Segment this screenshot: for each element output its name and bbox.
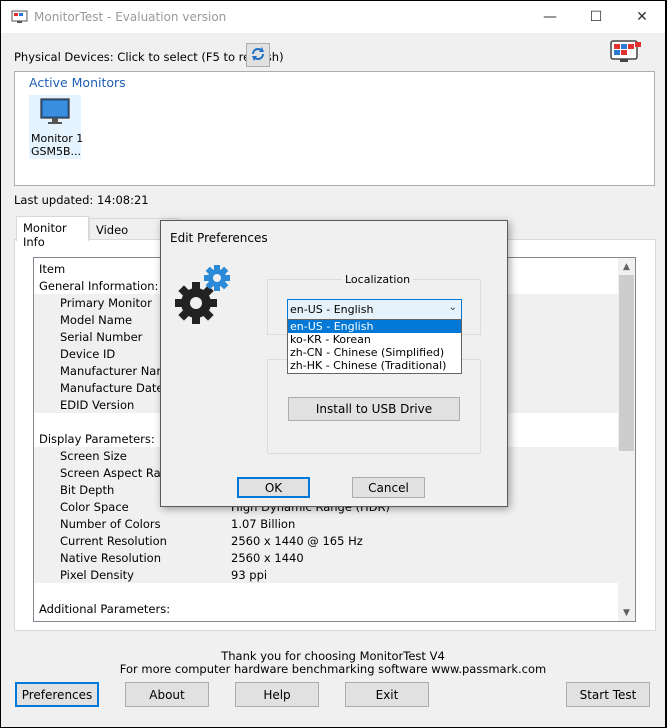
install-usb-button[interactable]: Install to USB Drive xyxy=(288,397,460,421)
language-option[interactable]: en-US - English xyxy=(288,320,461,333)
language-option[interactable]: zh-HK - Chinese (Traditional) xyxy=(288,359,461,372)
title-bar: MonitorTest - Evaluation version — ☐ ✕ xyxy=(1,1,665,33)
close-icon: ✕ xyxy=(636,9,648,25)
row-item-value: 1.07 Billion xyxy=(231,517,296,531)
table-row[interactable]: Number of Colors 1.07 Billion xyxy=(34,515,620,532)
app-monitor-icon xyxy=(11,10,29,27)
row-item-value: 2560 x 1440 xyxy=(231,551,304,565)
exit-button[interactable]: Exit xyxy=(345,682,429,707)
chevron-down-icon: ⌄ xyxy=(448,302,457,313)
monitor-1-tile[interactable]: Monitor 1 GSM5B... xyxy=(29,95,84,159)
close-button[interactable]: ✕ xyxy=(619,1,665,33)
dialog-title: Edit Preferences xyxy=(170,231,268,245)
row-item-label: Number of Colors xyxy=(60,517,161,531)
language-select[interactable]: en-US - English ⌄ xyxy=(287,299,462,320)
refresh-button[interactable] xyxy=(246,43,270,67)
last-updated-label: Last updated: 14:08:21 xyxy=(14,193,149,207)
scroll-thumb[interactable] xyxy=(619,275,634,451)
row-item-label: Device ID xyxy=(60,347,116,361)
passmark-logo-icon xyxy=(609,39,643,68)
main-window: MonitorTest - Evaluation version — ☐ ✕ P… xyxy=(1,1,665,727)
row-item-value: 2560 x 1440 @ 165 Hz xyxy=(231,534,363,548)
monitor-icon xyxy=(40,97,70,130)
language-option[interactable]: zh-CN - Chinese (Simplified) xyxy=(288,346,461,359)
preferences-button[interactable]: Preferences xyxy=(15,682,99,707)
physical-devices-label: Physical Devices: Click to select (F5 to… xyxy=(14,50,284,64)
row-item-label: General Information: xyxy=(39,279,159,293)
column-header-item: Item xyxy=(39,262,66,276)
row-item-label: Pixel Density xyxy=(60,568,134,582)
table-row[interactable]: Native Resolution 2560 x 1440 xyxy=(34,549,620,566)
thanks-text: Thank you for choosing MonitorTest V4 xyxy=(221,649,445,663)
scroll-down-icon[interactable]: ▼ xyxy=(618,604,635,621)
row-item-label: Model Name xyxy=(60,313,133,327)
minimize-button[interactable]: — xyxy=(527,1,573,33)
row-item-label: Color Space xyxy=(60,500,129,514)
table-row[interactable] xyxy=(34,583,620,600)
edit-preferences-dialog: Edit Preferences Localization en-US - En… xyxy=(160,220,508,507)
language-option[interactable]: ko-KR - Korean xyxy=(288,333,461,346)
language-selected-value: en-US - English xyxy=(290,303,374,316)
active-monitors-panel: Active Monitors Monitor 1 GSM5B... xyxy=(14,71,655,186)
window-title: MonitorTest - Evaluation version xyxy=(34,10,227,24)
maximize-icon: ☐ xyxy=(589,9,603,25)
localization-label: Localization xyxy=(342,273,414,286)
monitor-1-name: Monitor 1 xyxy=(31,132,84,145)
row-item-label: Serial Number xyxy=(60,330,143,344)
row-item-label: Current Resolution xyxy=(60,534,167,548)
row-item-label: Screen Aspect Ratio xyxy=(60,466,176,480)
row-item-label: Native Resolution xyxy=(60,551,161,565)
language-dropdown-list[interactable]: en-US - English ko-KR - Korean zh-CN - C… xyxy=(287,319,462,374)
row-item-label: EDID Version xyxy=(60,398,135,412)
refresh-icon xyxy=(250,46,266,65)
more-info-text: For more computer hardware benchmarking … xyxy=(119,662,547,676)
gears-icon xyxy=(173,263,235,332)
row-item-label: Primary Monitor xyxy=(60,296,152,310)
cancel-button[interactable]: Cancel xyxy=(352,477,425,498)
row-item-label: Display Parameters: xyxy=(39,432,155,446)
about-button[interactable]: About xyxy=(125,682,209,707)
help-button[interactable]: Help xyxy=(235,682,319,707)
scroll-up-icon[interactable]: ▲ xyxy=(618,258,635,275)
table-row[interactable]: Additional Parameters: xyxy=(34,600,620,617)
table-scrollbar[interactable]: ▲ ▼ xyxy=(618,258,635,621)
tab-monitor-info[interactable]: Monitor Info xyxy=(16,216,89,249)
monitor-1-model: GSM5B... xyxy=(31,145,82,158)
row-item-label: Manufacturer Name xyxy=(60,364,175,378)
row-item-label: Manufacture Date xyxy=(60,381,164,395)
row-item-value: 93 ppi xyxy=(231,568,268,582)
maximize-button[interactable]: ☐ xyxy=(573,1,619,33)
table-row[interactable]: Pixel Density 93 ppi xyxy=(34,566,620,583)
active-monitors-title: Active Monitors xyxy=(29,75,126,90)
row-item-label: Bit Depth xyxy=(60,483,115,497)
ok-button[interactable]: OK xyxy=(237,477,310,498)
row-item-label: Additional Parameters: xyxy=(39,602,171,616)
start-test-button[interactable]: Start Test xyxy=(566,682,650,707)
minimize-icon: — xyxy=(543,9,557,25)
table-row[interactable]: Current Resolution 2560 x 1440 @ 165 Hz xyxy=(34,532,620,549)
row-item-label: Screen Size xyxy=(60,449,127,463)
